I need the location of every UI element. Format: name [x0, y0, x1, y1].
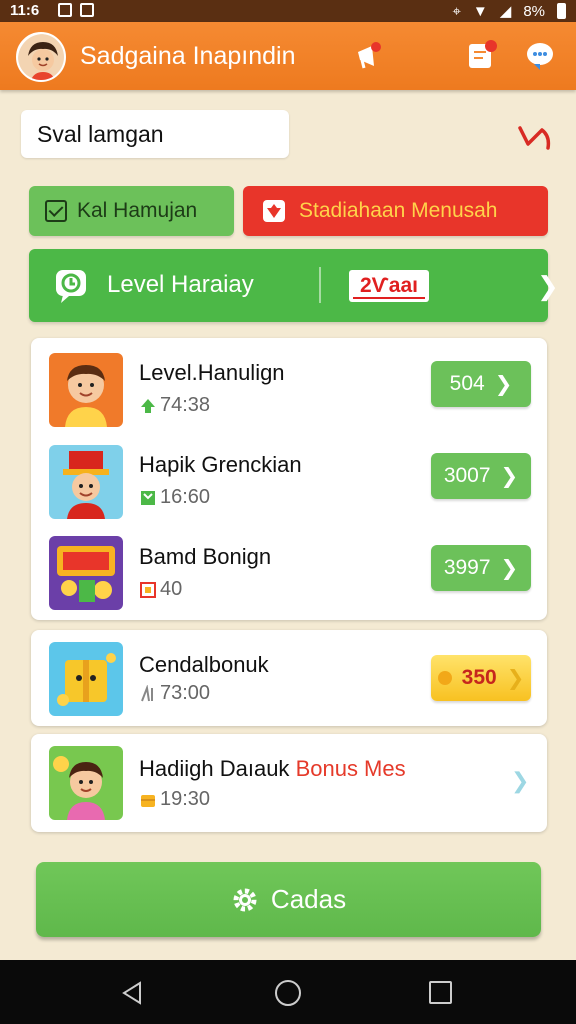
- list-item[interactable]: Cendalbonuk 73:00 350 ❯: [31, 630, 547, 720]
- list-item[interactable]: Hadiigh Daıauk Bonus Mes 19:30 ❯: [31, 734, 547, 824]
- claim-button-label: 3997: [443, 556, 491, 579]
- battery-icon: [557, 3, 566, 19]
- claim-button-label: 350: [461, 666, 497, 689]
- item-subtitle: 74:38: [139, 394, 210, 417]
- battery-text: 8%: [523, 2, 545, 20]
- wifi-icon: ▼: [472, 2, 488, 20]
- coin-icon: [437, 671, 452, 685]
- gear-icon: [233, 888, 257, 911]
- item-title: Hapik Grenckian: [139, 452, 302, 477]
- list-item[interactable]: Bamd Bonign 40 3997 ❯: [31, 522, 547, 612]
- item-title-highlight: Bonus Mes: [295, 756, 406, 781]
- status-bar: 11:6 ⌖ ▼ ◢ 8%: [0, 0, 576, 22]
- nav-home-icon[interactable]: [275, 980, 301, 1006]
- boy-avatar-thumbnail: [49, 353, 123, 427]
- green-action-label: Kal Hamujan: [77, 199, 198, 222]
- slot-game-thumbnail: [49, 536, 123, 610]
- red-action-button[interactable]: Stadiahaan Menusah: [243, 186, 548, 236]
- badge-icon: [140, 581, 156, 598]
- notification-icon: [80, 3, 94, 17]
- level-up-icon: [141, 398, 155, 413]
- claim-button[interactable]: 350 ❯: [431, 655, 531, 701]
- item-subtitle: 19:30: [139, 788, 210, 811]
- book-icon: [141, 490, 155, 505]
- notification-bell-icon[interactable]: [464, 38, 500, 74]
- primary-bottom-label: Cadas: [270, 884, 347, 914]
- signal-icon: ◢: [499, 3, 512, 20]
- red-action-label: Stadiahaan Menusah: [299, 199, 498, 222]
- megaphone-icon[interactable]: [352, 38, 388, 74]
- claim-button[interactable]: 3007 ❯: [431, 453, 531, 499]
- level-banner[interactable]: Level Haraiay 2Ѵaaı ❯: [29, 249, 559, 322]
- app-bar: Sadgaina Inapındin: [0, 22, 576, 90]
- item-title: Hadiigh Daıauk Bonus Mes: [139, 756, 406, 782]
- chevron-right-icon[interactable]: ❯: [511, 768, 529, 794]
- chevron-right-icon: ❯: [500, 556, 519, 580]
- notification-icons: [58, 3, 94, 17]
- level-chat-icon: [56, 270, 86, 303]
- avatar[interactable]: [16, 32, 66, 82]
- item-subtitle-text: 16:60: [160, 486, 211, 508]
- item-subtitle-text: 40: [160, 578, 183, 600]
- nav-recents-icon[interactable]: [429, 981, 452, 1004]
- back-arrow-icon[interactable]: [514, 116, 556, 154]
- item-subtitle: 16:60: [139, 486, 210, 509]
- app-title: Sadgaina Inapındin: [80, 42, 296, 70]
- claim-button-label: 3007: [443, 464, 491, 487]
- item-subtitle-text: 73:00: [160, 682, 211, 704]
- chevron-right-icon: ❯: [506, 666, 525, 690]
- item-title: Bamd Bonign: [139, 544, 272, 569]
- magician-avatar-thumbnail: [49, 445, 123, 519]
- level-label: Level Haraiay: [107, 271, 254, 298]
- claim-button[interactable]: 504 ❯: [431, 361, 531, 407]
- primary-bottom-button[interactable]: Cadas: [36, 862, 541, 937]
- item-subtitle-text: 74:38: [160, 394, 211, 416]
- claim-button-label: 504: [449, 372, 485, 395]
- search-input[interactable]: Sval lamgan: [21, 110, 289, 158]
- item-subtitle: 73:00: [139, 682, 210, 705]
- item-title: Level.Hanulign: [139, 360, 285, 385]
- item-subtitle-text: 19:30: [160, 788, 211, 810]
- green-action-button[interactable]: Kal Hamujan: [29, 186, 234, 236]
- status-time: 11:6: [10, 2, 40, 19]
- claim-button[interactable]: 3997 ❯: [431, 545, 531, 591]
- navigation-bar: [0, 960, 576, 1024]
- reward-card: Level.Hanulign 74:38 504 ❯ Hapik Grencki…: [31, 338, 547, 620]
- coin-stack-icon: [141, 794, 155, 807]
- reward-card: Hadiigh Daıauk Bonus Mes 19:30 ❯: [31, 734, 547, 832]
- chevron-right-icon: ❯: [500, 464, 519, 488]
- notification-icon: [58, 3, 72, 17]
- divider: [319, 267, 321, 303]
- location-icon: ⌖: [452, 2, 461, 20]
- gift-icon: [263, 200, 285, 222]
- level-badge: 2Ѵaaı: [349, 270, 429, 302]
- system-indicators: ⌖ ▼ ◢ 8%: [452, 2, 566, 20]
- checkbox-icon: [45, 200, 67, 222]
- nav-back-icon[interactable]: [120, 980, 146, 1006]
- list-item[interactable]: Level.Hanulign 74:38 504 ❯: [31, 338, 547, 428]
- chat-bubble-icon[interactable]: [522, 38, 558, 74]
- trend-icon: [141, 684, 153, 701]
- chevron-right-icon: ❯: [494, 372, 513, 396]
- item-subtitle: 40: [139, 578, 182, 601]
- list-item[interactable]: Hapik Grenckian 16:60 3007 ❯: [31, 430, 547, 520]
- gift-box-thumbnail: [49, 642, 123, 716]
- chevron-right-icon: ❯: [537, 271, 559, 301]
- kid-avatar-thumbnail: [49, 746, 123, 820]
- reward-card: Cendalbonuk 73:00 350 ❯: [31, 630, 547, 726]
- item-title: Cendalbonuk: [139, 652, 269, 677]
- item-title-main: Hadiigh Daıauk: [139, 756, 290, 781]
